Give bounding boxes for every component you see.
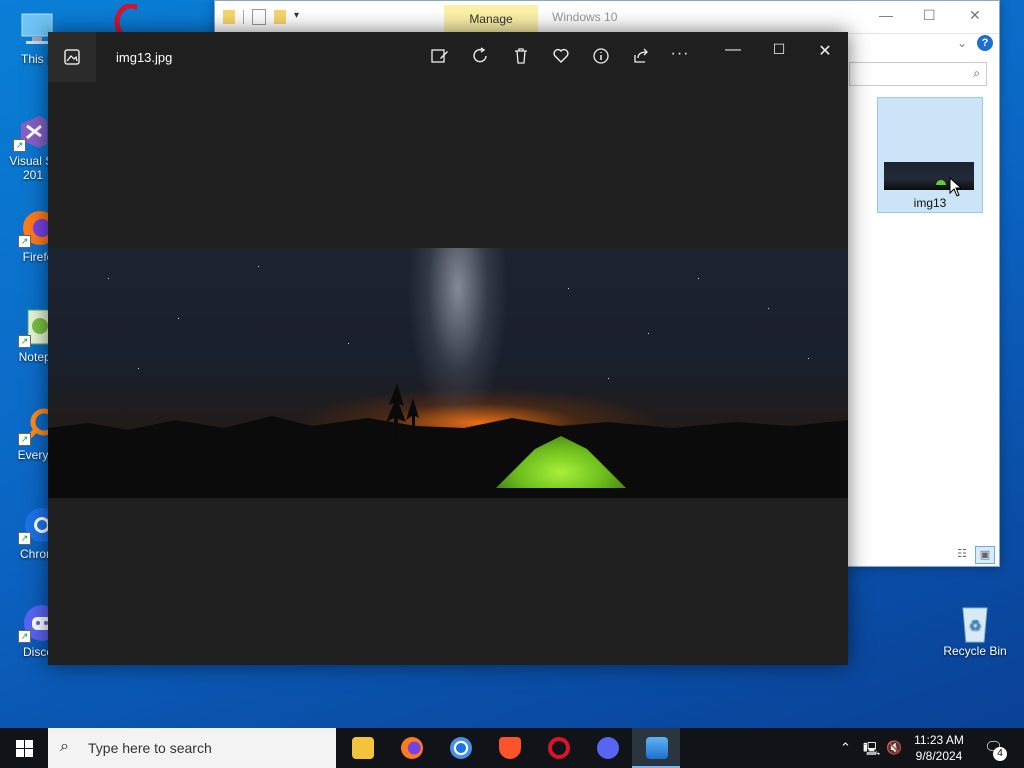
maximize-button[interactable]: ☐	[764, 41, 794, 58]
notification-count-badge: 4	[993, 747, 1007, 761]
taskbar-opera[interactable]	[534, 728, 582, 768]
firefox-icon	[401, 737, 423, 759]
photo-night-sky-tent	[48, 248, 848, 498]
edit-image-icon[interactable]	[428, 47, 452, 67]
search-placeholder: Type here to search	[88, 740, 212, 756]
close-button[interactable]: ✕	[810, 41, 840, 61]
rotate-icon[interactable]	[469, 47, 493, 67]
clock-time: 11:23 AM	[914, 733, 964, 747]
ribbon-controls: ⌄ ?	[957, 35, 993, 51]
delete-icon[interactable]	[509, 47, 533, 67]
help-icon[interactable]: ?	[977, 35, 993, 51]
photos-app-icon[interactable]	[48, 32, 96, 82]
customize-dropdown-icon[interactable]: ▾	[294, 10, 306, 24]
taskbar-chrome[interactable]	[436, 728, 484, 768]
taskbar-search-box[interactable]: ⌕ Type here to search	[48, 728, 336, 768]
photo-filename: img13.jpg	[116, 50, 173, 65]
file-explorer-icon	[352, 737, 374, 759]
maximize-button[interactable]: ☐	[923, 7, 936, 24]
new-folder-icon[interactable]	[274, 10, 286, 24]
recycle-bin-icon: ♻	[955, 602, 995, 643]
taskbar-brave[interactable]	[485, 728, 533, 768]
windows-logo-icon	[16, 740, 33, 757]
taskbar: ⌕ Type here to search ⌃ 🖳 🔇 11:23 AM 9/8…	[0, 728, 1024, 768]
shortcut-arrow-icon: ↗	[13, 139, 26, 152]
file-name: img13	[913, 196, 947, 210]
file-item-img13[interactable]: img13	[877, 97, 983, 213]
shortcut-arrow-icon: ↗	[18, 235, 31, 248]
taskbar-clock[interactable]: 11:23 AM 9/8/2024	[904, 732, 974, 764]
shortcut-arrow-icon: ↗	[18, 433, 31, 446]
large-icons-view-icon[interactable]: ▣	[975, 546, 995, 564]
favorite-icon[interactable]	[549, 47, 573, 67]
minimize-button[interactable]: —	[879, 7, 893, 23]
view-toggle: ☷ ▣	[953, 546, 995, 564]
brave-icon	[499, 737, 521, 759]
more-icon[interactable]: ···	[668, 45, 692, 65]
taskbar-photos[interactable]	[632, 728, 680, 768]
photos-icon	[646, 737, 668, 759]
close-button[interactable]: ✕	[969, 7, 981, 24]
svg-text:♻: ♻	[969, 617, 982, 633]
folder-icon[interactable]	[223, 10, 235, 24]
explorer-titlebar[interactable]: ▾ Manage Windows 10 — ☐ ✕	[215, 1, 999, 34]
shortcut-arrow-icon: ↗	[18, 532, 31, 545]
network-icon[interactable]: 🖳	[863, 740, 880, 762]
taskbar-file-explorer[interactable]	[338, 728, 386, 768]
info-icon[interactable]	[589, 47, 613, 67]
expand-ribbon-icon[interactable]: ⌄	[957, 36, 967, 50]
taskbar-discord[interactable]	[583, 728, 631, 768]
chrome-icon	[450, 737, 472, 759]
search-input[interactable]: ⌕	[849, 62, 987, 86]
mouse-cursor	[949, 177, 963, 197]
search-icon: ⌕	[973, 66, 980, 80]
desktop-icon-recycle-bin[interactable]: ♻ Recycle Bin	[940, 602, 1010, 658]
photos-viewer-window[interactable]: img13.jpg ··· — ☐ ✕	[48, 32, 848, 665]
window-title: Windows 10	[552, 10, 618, 24]
share-icon[interactable]	[629, 47, 653, 67]
start-button[interactable]	[0, 728, 48, 768]
shortcut-arrow-icon: ↗	[18, 335, 31, 348]
volume-muted-icon[interactable]: 🔇	[886, 740, 902, 756]
minimize-button[interactable]: —	[718, 41, 748, 59]
discord-icon	[597, 737, 619, 759]
shortcut-arrow-icon: ↗	[18, 630, 31, 643]
clock-date: 9/8/2024	[915, 749, 963, 763]
tab-manage[interactable]: Manage	[444, 5, 538, 33]
visual-studio-icon: ↗	[13, 112, 53, 152]
details-view-icon[interactable]: ☷	[953, 546, 971, 562]
show-hidden-icons-chevron[interactable]: ⌃	[840, 740, 851, 756]
action-center-button[interactable]: 🗨 4	[984, 738, 1007, 761]
separator	[243, 10, 244, 24]
desktop-icon-label: Recycle Bin	[943, 644, 1007, 658]
photos-titlebar[interactable]: img13.jpg ··· — ☐ ✕	[48, 32, 848, 82]
opera-icon	[548, 737, 570, 759]
taskbar-firefox[interactable]	[387, 728, 435, 768]
quick-access-toolbar: ▾	[223, 9, 306, 25]
properties-icon[interactable]	[252, 9, 266, 25]
search-icon: ⌕	[60, 738, 69, 755]
